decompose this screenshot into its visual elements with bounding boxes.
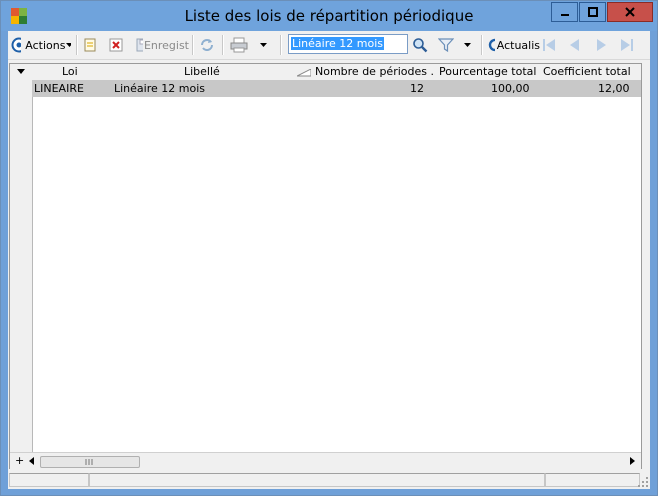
grip-icon bbox=[85, 459, 93, 465]
toolbar: Actions Enregist Linéaire 12 mois Actual… bbox=[8, 31, 650, 60]
search-value: Linéaire 12 mois bbox=[291, 37, 384, 50]
column-chooser-icon[interactable] bbox=[17, 69, 26, 75]
close-icon bbox=[625, 7, 635, 17]
minimize-button[interactable] bbox=[551, 2, 578, 22]
toolbar-separator bbox=[76, 35, 78, 55]
delete-button[interactable] bbox=[109, 35, 125, 55]
status-panel bbox=[545, 473, 640, 487]
table-row[interactable]: LINEAIRE Linéaire 12 mois 12 100,00 12,0… bbox=[32, 81, 641, 97]
last-icon bbox=[621, 39, 633, 51]
horizontal-scrollbar[interactable]: + bbox=[10, 452, 641, 469]
chevron-down-icon bbox=[66, 42, 71, 47]
maximize-button[interactable] bbox=[579, 2, 606, 22]
search-icon bbox=[413, 38, 428, 53]
chevron-down-icon bbox=[260, 42, 267, 47]
cell-loi: LINEAIRE bbox=[34, 82, 84, 95]
refresh-button[interactable]: Actualis bbox=[487, 35, 540, 55]
sync-button[interactable] bbox=[199, 35, 217, 55]
previous-record-button[interactable] bbox=[568, 35, 584, 55]
previous-icon bbox=[570, 39, 579, 51]
filter-dropdown[interactable] bbox=[464, 35, 474, 55]
cell-libelle: Linéaire 12 mois bbox=[114, 82, 205, 95]
scroll-right-icon[interactable] bbox=[630, 457, 636, 465]
column-header-loi[interactable]: Loi bbox=[62, 65, 78, 78]
status-bar bbox=[8, 471, 650, 489]
filter-button[interactable] bbox=[438, 35, 456, 55]
actions-label: Actions bbox=[25, 38, 66, 52]
first-icon bbox=[543, 39, 555, 51]
actions-button[interactable]: Actions bbox=[11, 35, 71, 55]
maximize-icon bbox=[587, 7, 598, 17]
next-icon bbox=[597, 39, 606, 51]
column-header-libelle[interactable]: Libellé bbox=[184, 65, 220, 78]
scrollbar-thumb[interactable] bbox=[40, 456, 140, 468]
row-selector-column bbox=[10, 64, 33, 452]
grid-header: Loi Libellé Nombre de périodes ... Pourc… bbox=[32, 64, 641, 81]
toolbar-separator bbox=[280, 35, 282, 55]
toolbar-separator bbox=[192, 35, 194, 55]
refresh-icon bbox=[488, 38, 495, 52]
window: Liste des lois de répartition périodique… bbox=[0, 0, 658, 496]
actions-icon bbox=[11, 37, 22, 53]
sync-icon bbox=[201, 39, 213, 51]
first-record-button[interactable] bbox=[542, 35, 558, 55]
close-button[interactable] bbox=[607, 2, 653, 22]
print-button[interactable] bbox=[230, 35, 270, 55]
status-panel bbox=[89, 473, 545, 487]
expand-icon[interactable]: + bbox=[15, 454, 24, 467]
new-button[interactable] bbox=[83, 35, 99, 55]
filter-icon bbox=[438, 38, 454, 53]
printer-icon bbox=[230, 37, 248, 53]
save-icon bbox=[136, 38, 143, 52]
minimize-icon bbox=[560, 14, 569, 16]
new-document-icon bbox=[84, 38, 96, 52]
search-input[interactable]: Linéaire 12 mois bbox=[288, 34, 408, 54]
toolbar-separator bbox=[481, 35, 483, 55]
client-area: Actions Enregist Linéaire 12 mois Actual… bbox=[8, 31, 650, 489]
data-grid: Loi Libellé Nombre de périodes ... Pourc… bbox=[9, 63, 642, 469]
save-button[interactable]: Enregist bbox=[136, 35, 189, 55]
cell-nombre: 12 bbox=[410, 82, 424, 95]
chevron-down-icon bbox=[464, 42, 471, 47]
refresh-label: Actualis bbox=[496, 38, 540, 52]
save-label: Enregist bbox=[143, 38, 189, 52]
search-button[interactable] bbox=[412, 35, 430, 55]
title-bar[interactable]: Liste des lois de répartition périodique bbox=[1, 1, 657, 31]
next-record-button[interactable] bbox=[594, 35, 610, 55]
column-header-nombre[interactable]: Nombre de périodes ... bbox=[315, 65, 433, 78]
column-header-pourcentage[interactable]: Pourcentage total bbox=[439, 65, 536, 78]
sort-ascending-icon bbox=[297, 69, 311, 77]
status-panel bbox=[9, 473, 89, 487]
scroll-left-icon[interactable] bbox=[29, 457, 35, 465]
cell-coefficient: 12,00 bbox=[598, 82, 630, 95]
toolbar-separator bbox=[222, 35, 224, 55]
resize-grip-icon[interactable] bbox=[638, 477, 648, 487]
column-header-coefficient[interactable]: Coefficient total bbox=[543, 65, 631, 78]
last-record-button[interactable] bbox=[620, 35, 636, 55]
cell-pourcentage: 100,00 bbox=[491, 82, 530, 95]
delete-icon bbox=[109, 38, 123, 52]
